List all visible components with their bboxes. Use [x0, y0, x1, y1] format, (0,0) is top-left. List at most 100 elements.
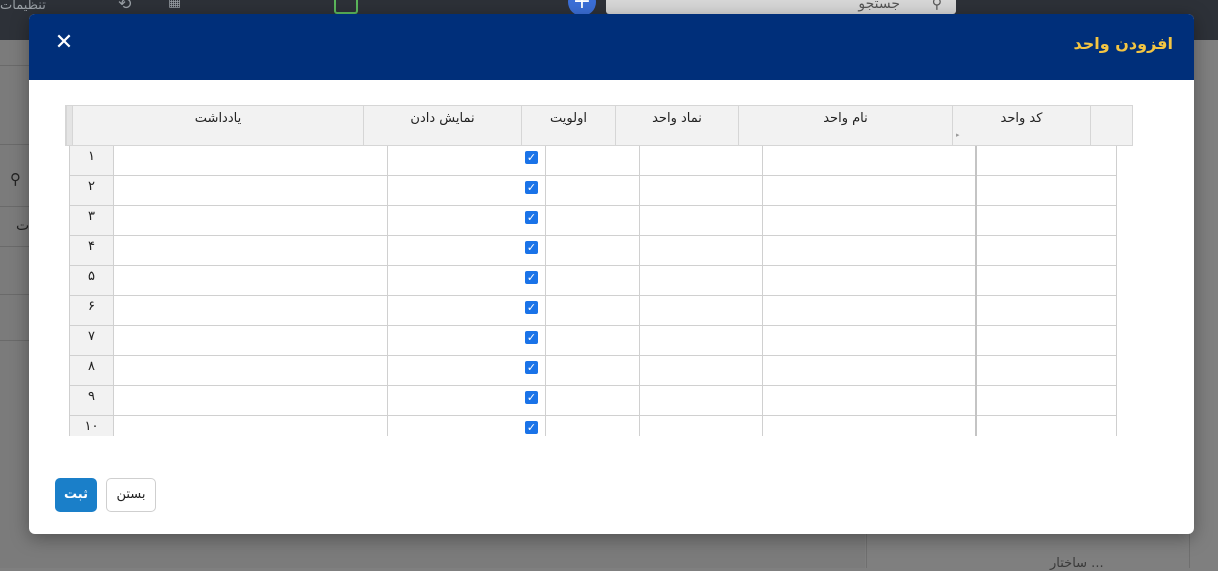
grid-cell[interactable] — [545, 356, 639, 386]
show-checkbox[interactable]: ✓ — [525, 181, 538, 194]
grid-cell[interactable] — [113, 356, 387, 386]
grid-cell[interactable] — [762, 356, 975, 386]
grid-cell[interactable] — [975, 236, 1116, 266]
grid-cell[interactable] — [762, 236, 975, 266]
history-icon[interactable]: ⟲ — [118, 0, 131, 13]
grid-cell[interactable] — [387, 206, 545, 236]
grid-cell[interactable] — [762, 386, 975, 416]
grid-cell[interactable] — [975, 176, 1116, 206]
grid-cell[interactable] — [762, 326, 975, 356]
grid-cell[interactable] — [975, 386, 1116, 416]
grid-cell[interactable] — [113, 236, 387, 266]
grid-cell[interactable] — [639, 206, 762, 236]
grid-cell[interactable] — [387, 386, 545, 416]
grid-cell[interactable] — [975, 206, 1116, 236]
table-row: ۸ ✓ — [70, 356, 1116, 386]
grid-cell[interactable] — [387, 356, 545, 386]
column-header-symbol[interactable]: نماد واحد — [615, 106, 738, 145]
table-row: ۳ ✓ — [70, 206, 1116, 236]
show-checkbox[interactable]: ✓ — [525, 241, 538, 254]
submit-button[interactable]: ثبت — [55, 478, 97, 512]
grid-cell[interactable] — [762, 296, 975, 326]
grid-cell[interactable] — [545, 416, 639, 436]
close-icon[interactable]: ✕ — [53, 32, 75, 54]
grid-cell[interactable] — [387, 326, 545, 356]
grid-cell[interactable] — [387, 416, 545, 436]
grid-cell[interactable] — [639, 146, 762, 176]
grid-cell[interactable] — [639, 386, 762, 416]
grid-cell[interactable] — [639, 236, 762, 266]
grid-cell[interactable] — [113, 386, 387, 416]
column-header-name[interactable]: نام واحد — [738, 106, 952, 145]
column-divider — [975, 416, 977, 436]
row-number: ۹ — [70, 386, 113, 415]
grid-cell[interactable] — [975, 416, 1116, 436]
grid-cell[interactable] — [639, 326, 762, 356]
search-icon[interactable]: ⚲ — [10, 170, 21, 188]
add-doc-icon[interactable] — [334, 0, 358, 14]
grid-cell[interactable] — [545, 236, 639, 266]
column-header-select — [1090, 106, 1132, 145]
grid-cell[interactable] — [387, 236, 545, 266]
show-checkbox[interactable]: ✓ — [525, 391, 538, 404]
grid-cell[interactable] — [545, 326, 639, 356]
grid-cell[interactable] — [762, 266, 975, 296]
grid-cell[interactable] — [545, 386, 639, 416]
show-checkbox[interactable]: ✓ — [525, 301, 538, 314]
grid-cell[interactable] — [545, 296, 639, 326]
grid-cell[interactable] — [387, 296, 545, 326]
grid-cell[interactable] — [113, 146, 387, 176]
grid-cell[interactable] — [113, 266, 387, 296]
modal-title: افزودن واحد — [1073, 34, 1174, 53]
side-panel-text: ... ساختار — [1050, 556, 1104, 571]
grid-cell[interactable] — [975, 266, 1116, 296]
grid-cell[interactable] — [975, 146, 1116, 176]
grid-cell[interactable] — [639, 266, 762, 296]
grid-cell[interactable] — [762, 206, 975, 236]
grid-cell[interactable] — [545, 176, 639, 206]
show-checkbox[interactable]: ✓ — [525, 151, 538, 164]
grid-cell[interactable] — [639, 176, 762, 206]
grid-cell[interactable] — [387, 176, 545, 206]
add-unit-modal: افزودن واحد ✕ یادداشت نمایش دادن اولویت … — [29, 14, 1194, 534]
settings-label[interactable]: تنظیمات — [0, 0, 46, 13]
show-checkbox[interactable]: ✓ — [525, 211, 538, 224]
grid-cell[interactable] — [639, 416, 762, 436]
search-icon: ⚲ — [931, 0, 942, 12]
grid-cell[interactable] — [762, 146, 975, 176]
grid-cell[interactable] — [545, 206, 639, 236]
grid-cell[interactable] — [762, 176, 975, 206]
table-row: ۷ ✓ — [70, 326, 1116, 356]
grid-cell[interactable] — [762, 416, 975, 436]
global-search[interactable]: جستجو ⚲ — [606, 0, 956, 14]
grid-cell[interactable] — [113, 326, 387, 356]
grid-cell[interactable] — [975, 356, 1116, 386]
show-checkbox[interactable]: ✓ — [525, 421, 538, 434]
grid-cell[interactable] — [113, 176, 387, 206]
grid-icon[interactable]: ▦ — [168, 0, 181, 10]
grid-cell[interactable] — [387, 266, 545, 296]
show-checkbox[interactable]: ✓ — [525, 361, 538, 374]
grid-cell[interactable] — [113, 206, 387, 236]
row-number: ۸ — [70, 356, 113, 385]
grid-cell[interactable] — [113, 296, 387, 326]
grid-cell[interactable] — [545, 146, 639, 176]
search-placeholder: جستجو — [858, 0, 900, 12]
show-checkbox[interactable]: ✓ — [525, 331, 538, 344]
grid-cell[interactable] — [975, 296, 1116, 326]
row-number: ۳ — [70, 206, 113, 235]
grid-cell[interactable] — [975, 326, 1116, 356]
grid-cell[interactable] — [545, 266, 639, 296]
column-header-code-label: کد واحد — [1000, 111, 1043, 126]
column-header-code[interactable]: کد واحد ▸ — [952, 106, 1090, 145]
grid-cell[interactable] — [639, 356, 762, 386]
column-header-note[interactable]: یادداشت — [72, 106, 363, 145]
grid-cell[interactable] — [113, 416, 387, 436]
grid-cell[interactable] — [387, 146, 545, 176]
show-checkbox[interactable]: ✓ — [525, 271, 538, 284]
column-divider — [975, 356, 977, 386]
grid-cell[interactable] — [639, 296, 762, 326]
column-header-priority[interactable]: اولویت — [521, 106, 615, 145]
close-button[interactable]: بستن — [106, 478, 156, 512]
column-header-show[interactable]: نمایش دادن — [363, 106, 521, 145]
